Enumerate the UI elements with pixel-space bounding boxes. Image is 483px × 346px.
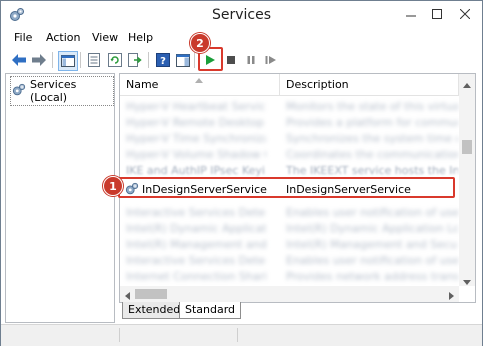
tree-item-services-local[interactable]: Services (Local) [10, 76, 114, 106]
status-bar [1, 324, 482, 346]
service-name: Hyper-V Time Synchronization [126, 132, 266, 145]
service-description: Coordinates the communications that [286, 148, 458, 161]
console-tree-pane: Services (Local) [5, 73, 115, 323]
table-row[interactable]: Intel(R) Dynamic Application Loader Inte… [120, 222, 458, 235]
show-hide-console-tree-icon[interactable] [58, 51, 78, 71]
service-name: Hyper-V Heartbeat Service [126, 100, 266, 113]
selected-row-highlight [118, 177, 455, 198]
tab-standard[interactable]: Standard [179, 302, 242, 319]
table-row[interactable]: Interactive Services Detection Enables u… [120, 206, 458, 219]
vertical-scrollbar[interactable] [459, 74, 475, 286]
service-description: Intel(R) Management and Security Applic [286, 238, 458, 251]
service-name: Intel(R) Dynamic Application Loader [126, 222, 266, 235]
table-row[interactable]: Hyper-V Heartbeat Service Monitors the s… [120, 100, 458, 113]
properties-icon[interactable] [85, 51, 103, 69]
title-bar: Services [1, 1, 482, 30]
service-description: Provides a platform for communication [286, 116, 458, 129]
horizontal-scroll-thumb[interactable] [135, 289, 167, 299]
restart-service-icon[interactable] [262, 51, 280, 69]
pause-service-icon[interactable] [242, 51, 260, 69]
service-description: Intel(R) Dynamic Application Loader Host [286, 222, 458, 235]
service-name: Intel(R) Management and Security [126, 238, 266, 251]
scroll-up-icon[interactable] [463, 78, 471, 91]
service-name: Interactive Services Detection [126, 206, 266, 219]
service-name: Interactive Services Detection [126, 254, 266, 267]
service-description: Enables user notification of user input [286, 206, 458, 219]
service-description: Enables user notification of user input [286, 254, 458, 267]
vertical-scroll-thumb[interactable] [462, 140, 472, 154]
services-gear-icon [12, 83, 26, 100]
svg-text:?: ? [160, 56, 166, 67]
sort-up-icon [195, 74, 203, 86]
table-row[interactable]: Internet Connection Sharing (ICS) Provid… [120, 270, 458, 283]
column-header-description[interactable]: Description [280, 74, 459, 96]
menu-help[interactable]: Help [128, 31, 153, 44]
service-description: Synchronizes the system time of this [286, 132, 458, 145]
minimize-button[interactable] [399, 4, 423, 24]
service-description: Provides network address translation [286, 270, 458, 283]
callout-badge-2: 2 [190, 33, 210, 53]
menu-bar: File Action View Help [1, 30, 482, 48]
back-icon[interactable] [10, 51, 28, 69]
scroll-down-icon[interactable] [463, 275, 471, 288]
horizontal-scrollbar[interactable] [120, 286, 459, 302]
view-tabs: Extended Standard [119, 302, 479, 320]
table-row[interactable]: IKE and AuthIP IPsec Keying The IKEEXT s… [120, 164, 458, 177]
show-action-pane-icon[interactable] [174, 51, 192, 69]
table-row[interactable]: Hyper-V Remote Desktop Virtualization Pr… [120, 116, 458, 129]
stop-service-icon[interactable] [222, 51, 240, 69]
menu-file[interactable]: File [14, 31, 32, 44]
table-row[interactable]: Hyper-V Time Synchronization Synchronize… [120, 132, 458, 145]
service-name: IKE and AuthIP IPsec Keying [126, 164, 266, 177]
close-button[interactable] [453, 4, 477, 24]
service-name: Internet Connection Sharing (ICS) [126, 270, 266, 283]
tree-item-label: Services (Local) [30, 78, 77, 104]
table-row[interactable]: Hyper-V Volume Shadow Copy Coordinates t… [120, 148, 458, 161]
table-row[interactable]: Intel(R) Management and Security Intel(R… [120, 238, 458, 251]
toolbar: ? [1, 48, 482, 72]
refresh-icon[interactable] [106, 51, 124, 69]
maximize-button[interactable] [425, 4, 449, 24]
export-list-icon[interactable] [126, 51, 144, 69]
service-description: The IKEEXT service hosts the Internet [286, 164, 458, 177]
table-row[interactable]: Interactive Services Detection Enables u… [120, 254, 458, 267]
menu-view[interactable]: View [92, 31, 118, 44]
service-name: Hyper-V Volume Shadow Copy [126, 148, 266, 161]
service-description: Monitors the state of this virtual machi… [286, 100, 458, 113]
menu-action[interactable]: Action [46, 31, 80, 44]
services-window: Services File Action View Help ? Service… [0, 0, 483, 346]
callout-badge-1: 1 [103, 176, 123, 196]
tab-extended[interactable]: Extended [122, 302, 187, 319]
forward-icon[interactable] [30, 51, 48, 69]
service-name: Hyper-V Remote Desktop Virtualization [126, 116, 266, 129]
help-icon[interactable]: ? [154, 51, 172, 69]
